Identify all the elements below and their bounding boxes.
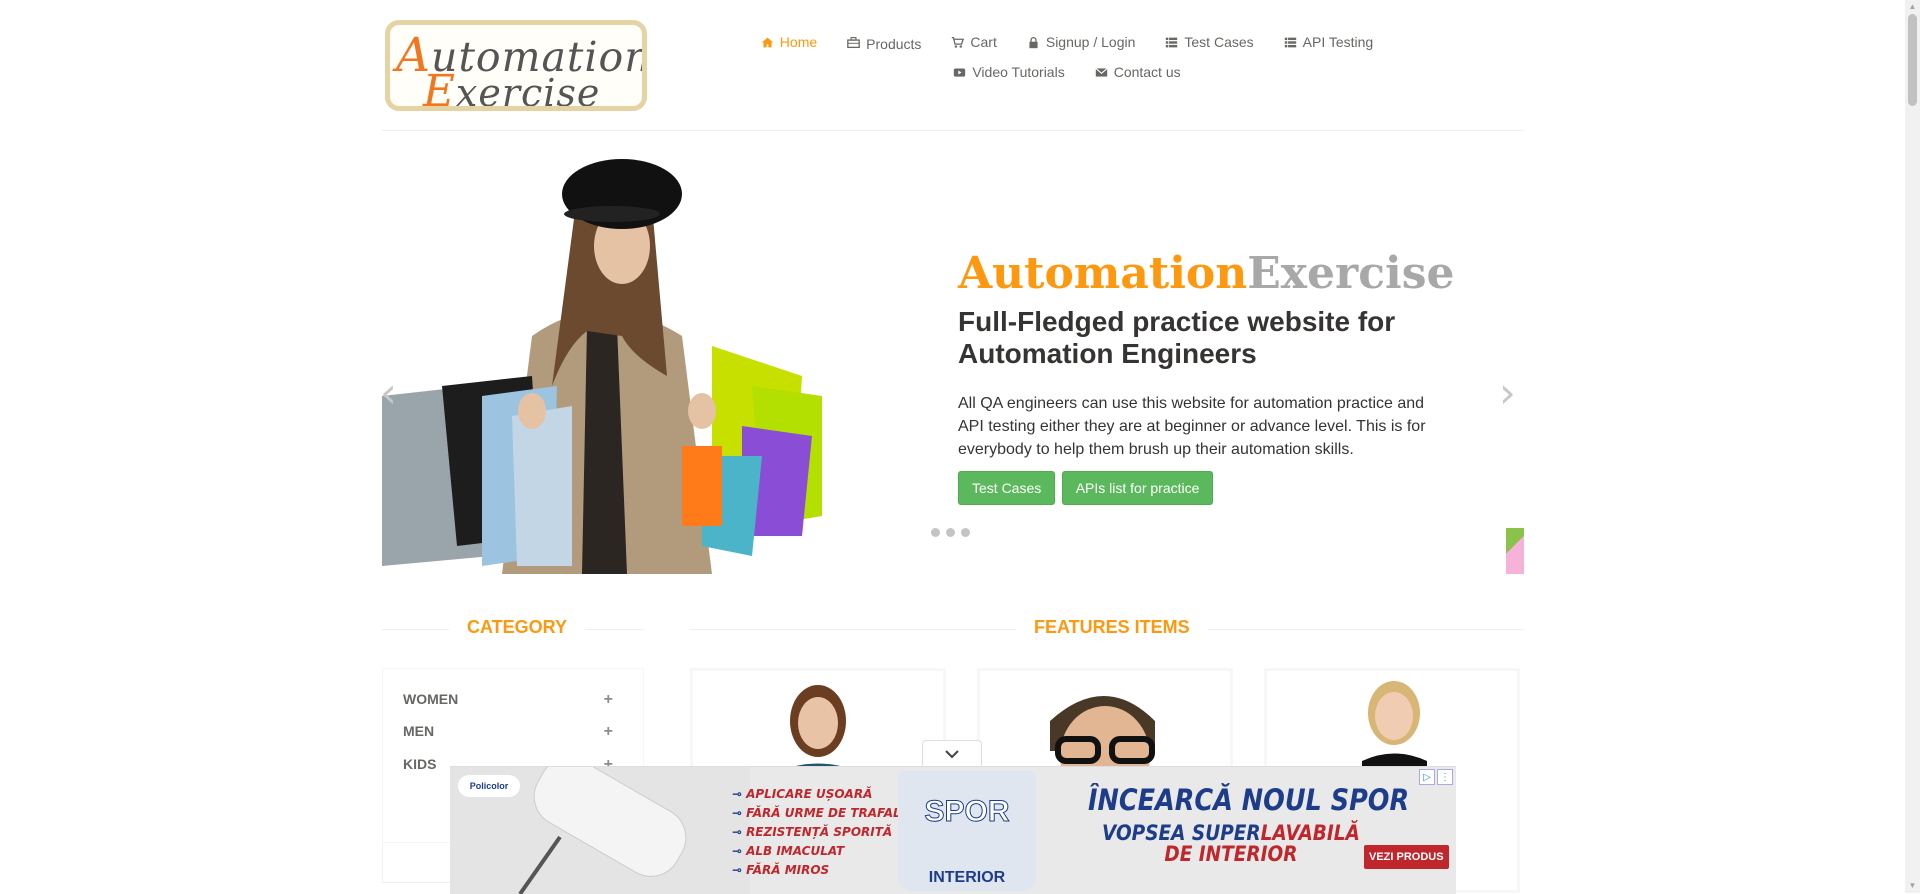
bucket-sub: INTERIOR [928,869,1006,886]
hero-description: All QA engineers can use this website fo… [958,395,1426,458]
ad-collapse-button[interactable] [922,740,982,766]
nav-label: Video Tutorials [972,64,1065,80]
site-logo[interactable]: Automation Exercise [385,20,647,111]
ad-bullet: ⊸ FĂRĂ URME DE TRAFALET [732,806,918,820]
list-icon [1166,37,1178,47]
nav-label: Test Cases [1184,34,1254,50]
category-women[interactable]: WOMEN + [403,691,613,709]
nav-label: Products [866,36,922,52]
nav-label: Signup / Login [1045,34,1136,50]
envelope-icon [1095,67,1108,77]
category-men[interactable]: MEN + [403,723,613,741]
header-divider [382,130,1524,131]
logo-line2: xercise [455,71,601,111]
ad-menu-icon[interactable]: ⋮ [1437,769,1453,785]
hero-brand: AutomationExercise [958,248,1455,299]
nav-signup-login[interactable]: Signup / Login [1027,34,1136,50]
advertisement-banner[interactable]: Policolor ⊸ APLICARE UȘOARĂ ⊸ FĂRĂ URME DE… [450,766,1456,894]
briefcase-icon [847,36,860,48]
adchoices-icon[interactable]: ▷ [1419,769,1435,785]
logo-cap-e: E [423,66,456,111]
home-icon [761,37,773,47]
slider-dot[interactable] [931,528,940,537]
chevron-down-icon [945,749,959,758]
nav-cart[interactable]: Cart [951,34,997,50]
nav-label: Cart [970,34,997,50]
nav-row-2: Video Tutorials Contact us [782,57,1352,87]
ad-bullet: ⊸ ALB IMACULAT [732,844,845,858]
nav-row-1: Home Products Cart Signup / Login Test C… [761,27,1373,57]
nav-video-tutorials[interactable]: Video Tutorials [953,64,1065,80]
nav-home[interactable]: Home [761,34,817,50]
next-slide-peek [1506,528,1524,574]
hero-image [382,136,822,574]
nav-test-cases[interactable]: Test Cases [1165,34,1254,50]
ad-bullet: ⊸ FĂRĂ MIROS [732,863,830,877]
scroll-down-arrow[interactable]: ▼ [1908,881,1917,891]
scroll-up-arrow[interactable]: ▲ [1908,2,1917,12]
ad-benefits-list: ⊸ APLICARE UȘOARĂ ⊸ FĂRĂ URME DE TRAFALET … [732,785,917,880]
slider-dot[interactable] [961,528,970,537]
nav-label: API Testing [1302,34,1374,50]
bucket-brand: SPOR [924,795,1010,829]
slider-prev-arrow[interactable]: ‹ [380,368,397,417]
features-title: FEATURES ITEMS [1016,617,1208,638]
main-nav: Home Products Cart Signup / Login Test C… [761,27,1373,87]
scroll-thumb[interactable] [1908,14,1917,106]
test-cases-button[interactable]: Test Cases [958,471,1056,505]
youtube-icon [954,67,966,77]
nav-label: Home [779,34,818,50]
lock-icon [1029,36,1038,48]
ad-headline: ÎNCEARCĂ NOUL SPOR [1088,783,1410,817]
apis-list-button[interactable]: APIs list for practice [1061,471,1214,505]
shopping-woman-illustration [382,136,822,574]
ad-subheadline: VOPSEA SUPERLAVABILĂ DE INTERIOR [1102,821,1360,866]
nav-api-testing[interactable]: API Testing [1284,34,1374,50]
hero-subtitle: Full-Fledged practice website for Automa… [958,306,1396,369]
category-title: CATEGORY [449,617,586,638]
cart-icon [952,36,965,48]
paint-bucket-image: SPOR INTERIOR [898,771,1036,891]
policolor-logo: Policolor [458,775,520,797]
ad-bullet: ⊸ APLICARE UȘOARĂ [732,787,873,801]
page-scrollbar[interactable]: ▲ ▼ [1905,0,1920,893]
plus-icon[interactable]: + [604,723,613,741]
nav-contact-us[interactable]: Contact us [1095,64,1181,80]
plus-icon[interactable]: + [604,691,613,709]
hero-text: AutomationExercise Full-Fledged practice… [958,248,1458,505]
slider-indicators [931,528,970,537]
ad-bullet: ⊸ REZISTENȚĂ SPORITĂ [732,825,893,839]
slider-next-arrow[interactable]: › [1499,368,1516,417]
ad-cta-button[interactable]: VEZI PRODUS [1364,845,1449,869]
slider-dot[interactable] [946,528,955,537]
nav-products[interactable]: Products [847,32,921,52]
nav-label: Contact us [1113,64,1181,80]
list-icon [1284,37,1296,47]
